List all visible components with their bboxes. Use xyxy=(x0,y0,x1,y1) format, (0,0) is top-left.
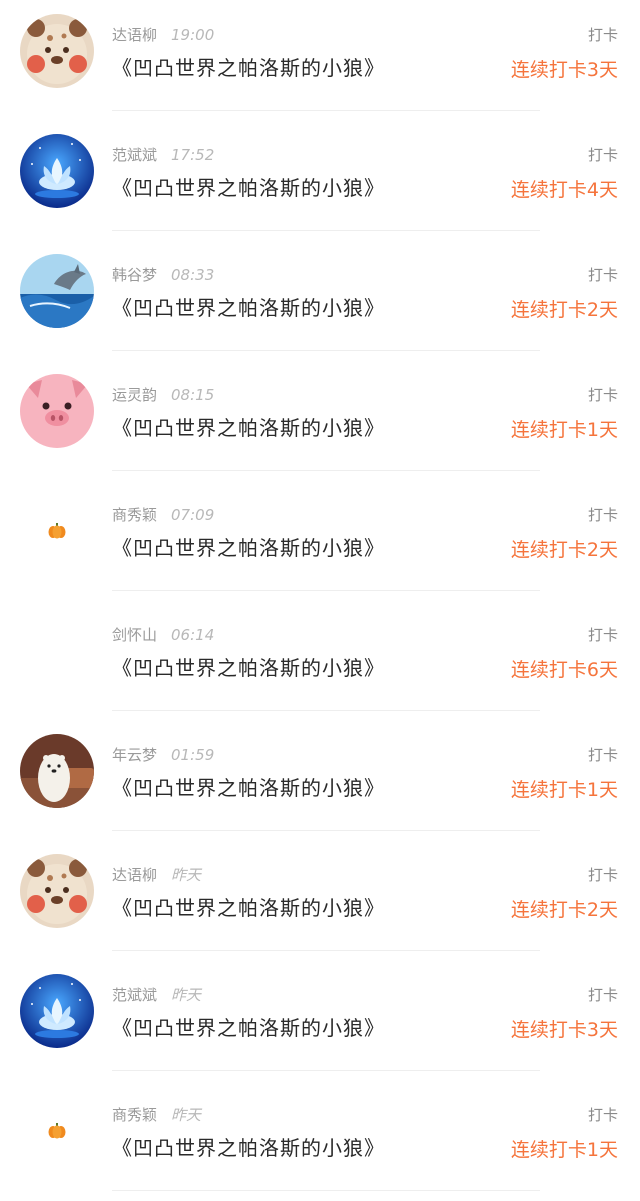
user-line: 达语柳 19:00 xyxy=(112,24,214,45)
user-line: 商秀颖 07:09 xyxy=(112,504,214,525)
divider xyxy=(112,470,540,471)
streak-badge: 连续打卡3天 xyxy=(510,1019,618,1041)
streak-badge: 连续打卡2天 xyxy=(510,899,618,921)
user-line: 范斌斌 17:52 xyxy=(112,144,214,165)
book-title[interactable]: 《凹凸世界之帕洛斯的小狼》 xyxy=(112,292,385,321)
checkin-time: 06:14 xyxy=(171,626,215,644)
book-title[interactable]: 《凹凸世界之帕洛斯的小狼》 xyxy=(112,772,385,801)
book-title[interactable]: 《凹凸世界之帕洛斯的小狼》 xyxy=(112,532,385,561)
divider xyxy=(112,1190,540,1191)
bear-avatar-icon[interactable] xyxy=(20,14,94,88)
checkin-label: 打卡 xyxy=(587,26,618,44)
checkin-label: 打卡 xyxy=(587,746,618,764)
checkin-label: 打卡 xyxy=(587,866,618,884)
checkin-time: 01:59 xyxy=(171,746,215,764)
lotus-avatar-icon[interactable] xyxy=(20,974,94,1048)
book-title[interactable]: 《凹凸世界之帕洛斯的小狼》 xyxy=(112,1012,385,1041)
list-item[interactable]: 商秀颖 昨天 《凹凸世界之帕洛斯的小狼》 打卡 连续打卡1天 xyxy=(0,1080,640,1200)
user-line: 范斌斌 昨天 xyxy=(112,984,201,1005)
divider xyxy=(112,350,540,351)
streak-badge: 连续打卡1天 xyxy=(510,1139,618,1161)
divider xyxy=(112,710,540,711)
streak-badge: 连续打卡1天 xyxy=(510,419,618,441)
list-item[interactable]: 年云梦 01:59 《凹凸世界之帕洛斯的小狼》 打卡 连续打卡1天 xyxy=(0,720,640,840)
checkin-time: 19:00 xyxy=(171,26,215,44)
checkin-label: 打卡 xyxy=(587,386,618,404)
list-item[interactable]: 范斌斌 昨天 《凹凸世界之帕洛斯的小狼》 打卡 连续打卡3天 xyxy=(0,960,640,1080)
user-name[interactable]: 韩谷梦 xyxy=(112,266,157,284)
divider xyxy=(112,230,540,231)
divider xyxy=(112,950,540,951)
divider xyxy=(112,830,540,831)
pumpkin-icon[interactable] xyxy=(48,1123,66,1139)
streak-badge: 连续打卡6天 xyxy=(510,659,618,681)
book-title[interactable]: 《凹凸世界之帕洛斯的小狼》 xyxy=(112,172,385,201)
divider xyxy=(112,1070,540,1071)
checkin-time: 07:09 xyxy=(171,506,215,524)
user-name[interactable]: 范斌斌 xyxy=(112,146,157,164)
streak-badge: 连续打卡2天 xyxy=(510,539,618,561)
book-title[interactable]: 《凹凸世界之帕洛斯的小狼》 xyxy=(112,52,385,81)
list-item[interactable]: 商秀颖 07:09 《凹凸世界之帕洛斯的小狼》 打卡 连续打卡2天 xyxy=(0,480,640,600)
user-name[interactable]: 范斌斌 xyxy=(112,986,157,1004)
checkin-label: 打卡 xyxy=(587,506,618,524)
checkin-list: 达语柳 19:00 《凹凸世界之帕洛斯的小狼》 打卡 连续打卡3天 范斌斌 17… xyxy=(0,0,640,1201)
checkin-time: 08:33 xyxy=(171,266,215,284)
checkin-label: 打卡 xyxy=(587,1106,618,1124)
pumpkin-icon[interactable] xyxy=(48,523,66,539)
user-line: 商秀颖 昨天 xyxy=(112,1104,201,1125)
streak-badge: 连续打卡4天 xyxy=(510,179,618,201)
user-name[interactable]: 达语柳 xyxy=(112,26,157,44)
book-title[interactable]: 《凹凸世界之帕洛斯的小狼》 xyxy=(112,652,385,681)
streak-badge: 连续打卡2天 xyxy=(510,299,618,321)
checkin-label: 打卡 xyxy=(587,266,618,284)
checkin-time: 08:15 xyxy=(171,386,215,404)
checkin-label: 打卡 xyxy=(587,146,618,164)
streak-badge: 连续打卡3天 xyxy=(510,59,618,81)
user-name[interactable]: 剑怀山 xyxy=(112,626,157,644)
user-line: 达语柳 昨天 xyxy=(112,864,201,885)
streak-badge: 连续打卡1天 xyxy=(510,779,618,801)
book-title[interactable]: 《凹凸世界之帕洛斯的小狼》 xyxy=(112,412,385,441)
user-line: 韩谷梦 08:33 xyxy=(112,264,214,285)
dolphin-avatar-icon[interactable] xyxy=(20,254,94,328)
list-item[interactable]: 达语柳 昨天 《凹凸世界之帕洛斯的小狼》 打卡 连续打卡2天 xyxy=(0,840,640,960)
checkin-time: 昨天 xyxy=(171,866,202,884)
user-name[interactable]: 商秀颖 xyxy=(112,506,157,524)
user-name[interactable]: 达语柳 xyxy=(112,866,157,884)
user-name[interactable]: 商秀颖 xyxy=(112,1106,157,1124)
book-title[interactable]: 《凹凸世界之帕洛斯的小狼》 xyxy=(112,1132,385,1161)
user-line: 剑怀山 06:14 xyxy=(112,624,214,645)
list-item[interactable]: 范斌斌 17:52 《凹凸世界之帕洛斯的小狼》 打卡 连续打卡4天 xyxy=(0,120,640,240)
checkin-label: 打卡 xyxy=(587,986,618,1004)
checkin-time: 昨天 xyxy=(171,986,202,1004)
divider xyxy=(112,590,540,591)
bear-avatar-icon[interactable] xyxy=(20,854,94,928)
user-name[interactable]: 年云梦 xyxy=(112,746,157,764)
checkin-time: 昨天 xyxy=(171,1106,202,1124)
user-line: 运灵韵 08:15 xyxy=(112,384,214,405)
checkin-time: 17:52 xyxy=(171,146,215,164)
list-item[interactable]: 剑怀山 06:14 《凹凸世界之帕洛斯的小狼》 打卡 连续打卡6天 xyxy=(0,600,640,720)
pig-avatar-icon[interactable] xyxy=(20,374,94,448)
list-item[interactable]: 达语柳 19:00 《凹凸世界之帕洛斯的小狼》 打卡 连续打卡3天 xyxy=(0,0,640,120)
lotus-avatar-icon[interactable] xyxy=(20,134,94,208)
user-line: 年云梦 01:59 xyxy=(112,744,214,765)
list-item[interactable]: 韩谷梦 08:33 《凹凸世界之帕洛斯的小狼》 打卡 连续打卡2天 xyxy=(0,240,640,360)
divider xyxy=(112,110,540,111)
checkin-label: 打卡 xyxy=(587,626,618,644)
book-title[interactable]: 《凹凸世界之帕洛斯的小狼》 xyxy=(112,892,385,921)
polar-bear-avatar-icon[interactable] xyxy=(20,734,94,808)
list-item[interactable]: 运灵韵 08:15 《凹凸世界之帕洛斯的小狼》 打卡 连续打卡1天 xyxy=(0,360,640,480)
user-name[interactable]: 运灵韵 xyxy=(112,386,157,404)
